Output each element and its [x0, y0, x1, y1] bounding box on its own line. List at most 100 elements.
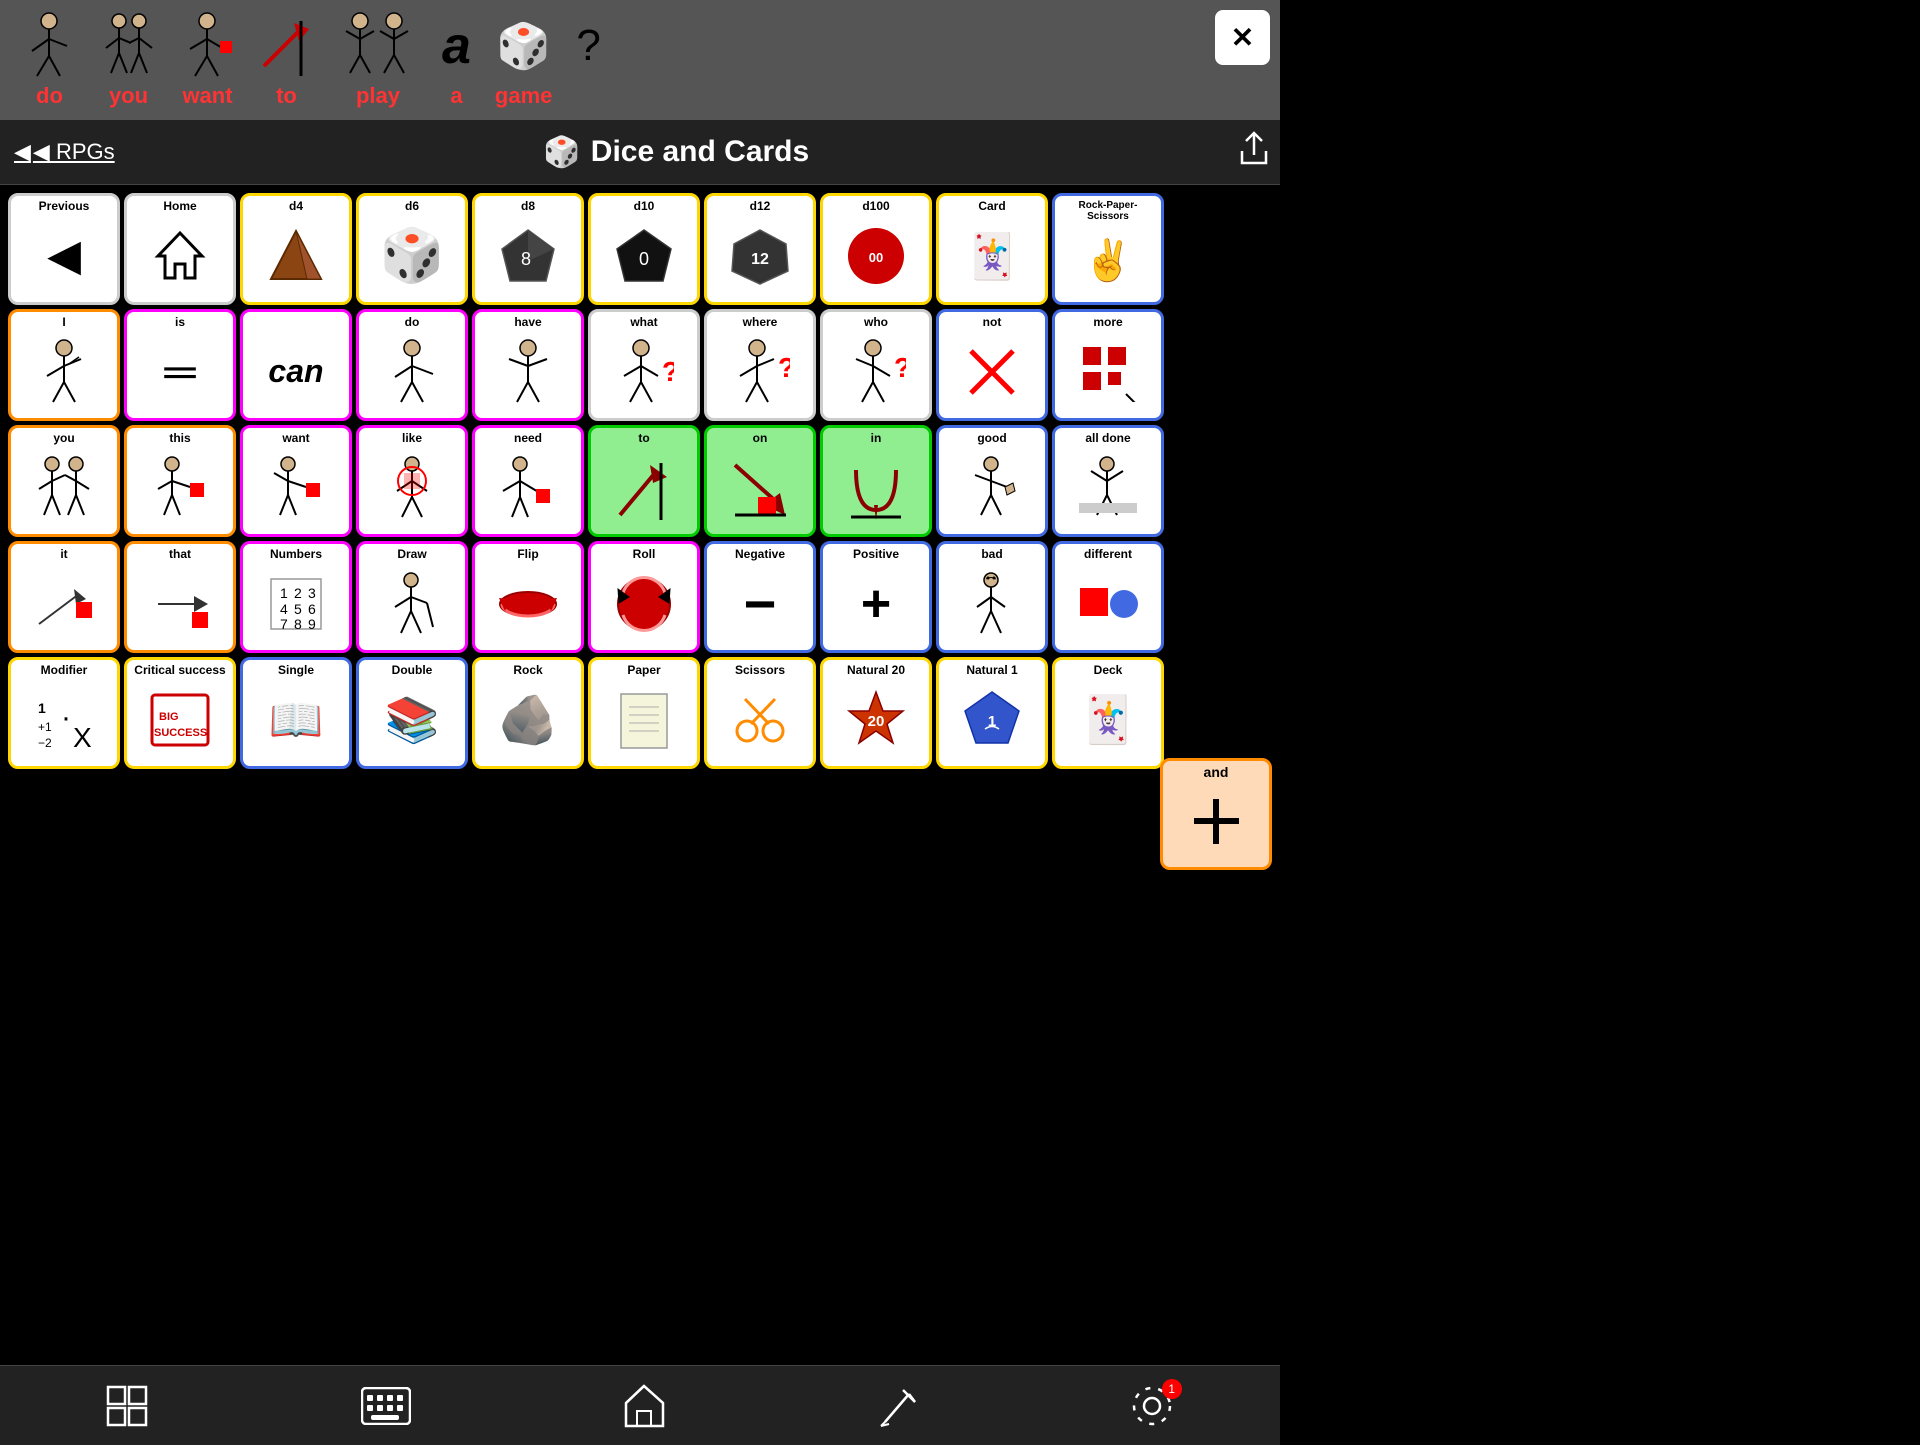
cell-label-d12: d12 [711, 200, 809, 213]
sentence-item-do[interactable]: do [22, 11, 77, 109]
svg-text:9: 9 [308, 616, 316, 632]
cell-scissors[interactable]: Scissors [704, 657, 816, 769]
cell-label-flip: Flip [479, 548, 577, 561]
cell-positive[interactable]: Positive + [820, 541, 932, 653]
cell-flip[interactable]: Flip [472, 541, 584, 653]
cell-draw[interactable]: Draw [356, 541, 468, 653]
nav-bar: ◀ ◀ RPGs 🎲 Dice and Cards [0, 120, 1280, 185]
cell-i[interactable]: I [8, 309, 120, 421]
cell-this[interactable]: this [124, 425, 236, 537]
cell-like[interactable]: like [356, 425, 468, 537]
cell-icon-is: ═ [164, 329, 195, 414]
cell-different[interactable]: different [1052, 541, 1164, 653]
sentence-icon-a: a [442, 11, 471, 81]
settings-button[interactable]: 1 [1130, 1384, 1174, 1428]
cell-d4[interactable]: d4 [240, 193, 352, 305]
sentence-item-to[interactable]: to [259, 11, 314, 109]
cell-bad[interactable]: bad [936, 541, 1048, 653]
grid-area: Previous ◀ Home d4 d6 🎲 [0, 185, 1280, 777]
cell-you[interactable]: you [8, 425, 120, 537]
share-button[interactable] [1238, 131, 1270, 174]
cell-d8[interactable]: d8 8 [472, 193, 584, 305]
svg-text:20: 20 [868, 713, 885, 730]
cell-who[interactable]: who ? [820, 309, 932, 421]
cell-icon-roll [613, 561, 675, 646]
cell-label-critical-success: Critical success [131, 664, 229, 677]
cell-have[interactable]: have [472, 309, 584, 421]
cell-do[interactable]: do [356, 309, 468, 421]
cell-that[interactable]: that [124, 541, 236, 653]
sentence-item-a[interactable]: a a [442, 11, 471, 109]
cell-roll[interactable]: Roll [588, 541, 700, 653]
cell-icon-that [150, 561, 210, 646]
sentence-icon-play [338, 11, 418, 81]
cell-label-not: not [943, 316, 1041, 329]
grid-row-2: I is ═ can can [8, 309, 1272, 421]
and-button[interactable]: and [1160, 758, 1272, 870]
cell-what[interactable]: what ? [588, 309, 700, 421]
cell-all-done[interactable]: all done [1052, 425, 1164, 537]
cell-is[interactable]: is ═ [124, 309, 236, 421]
home-toolbar-button[interactable] [623, 1383, 665, 1429]
svg-text:00: 00 [869, 250, 883, 265]
cell-modifier[interactable]: Modifier 1 +1 −2 · X [8, 657, 120, 769]
cell-where[interactable]: where ? [704, 309, 816, 421]
cell-good[interactable]: good [936, 425, 1048, 537]
cell-rps[interactable]: Rock-Paper-Scissors ✌️ [1052, 193, 1164, 305]
cell-label-d4: d4 [247, 200, 345, 213]
cell-d10[interactable]: d10 0 [588, 193, 700, 305]
svg-text:?: ? [778, 352, 790, 383]
cell-icon-paper [613, 677, 675, 762]
cell-deck[interactable]: Deck 🃏 [1052, 657, 1164, 769]
sentence-item-play[interactable]: play [338, 11, 418, 109]
grid-view-button[interactable] [106, 1385, 148, 1427]
sentence-item-want[interactable]: want [180, 11, 235, 109]
cell-label-natural-20: Natural 20 [827, 664, 925, 677]
cell-want[interactable]: want [240, 425, 352, 537]
cell-in[interactable]: in [820, 425, 932, 537]
cell-d100[interactable]: d100 00 [820, 193, 932, 305]
svg-text:6: 6 [308, 601, 316, 617]
edit-button[interactable] [877, 1384, 917, 1428]
sentence-item-game[interactable]: 🎲 game [495, 11, 552, 109]
cell-label-numbers: Numbers [247, 548, 345, 561]
cell-previous[interactable]: Previous ◀ [8, 193, 120, 305]
cell-card[interactable]: Card 🃏 [936, 193, 1048, 305]
cell-rock[interactable]: Rock 🪨 [472, 657, 584, 769]
cell-label-different: different [1059, 548, 1157, 561]
cell-d12[interactable]: d12 12 [704, 193, 816, 305]
svg-text:8: 8 [521, 249, 531, 269]
cell-more[interactable]: more [1052, 309, 1164, 421]
cell-can[interactable]: can can [240, 309, 352, 421]
back-button[interactable]: ◀ ◀ RPGs [10, 139, 115, 165]
cell-home[interactable]: Home [124, 193, 236, 305]
cell-on[interactable]: on [704, 425, 816, 537]
cell-double[interactable]: Double 📚 [356, 657, 468, 769]
page-title: 🎲 Dice and Cards [115, 135, 1238, 170]
sentence-icon-do [22, 11, 77, 81]
cell-critical-success[interactable]: Critical success BIG SUCCESS [124, 657, 236, 769]
cell-icon-numbers: 1 2 3 4 5 6 7 8 9 [266, 561, 326, 646]
cell-natural-20[interactable]: Natural 20 20 [820, 657, 932, 769]
cell-natural-1[interactable]: Natural 1 1 [936, 657, 1048, 769]
close-button[interactable]: ✕ [1215, 10, 1270, 65]
cell-icon-all-done [1079, 445, 1137, 530]
sentence-word-want: want [182, 83, 232, 109]
cell-paper[interactable]: Paper [588, 657, 700, 769]
cell-single[interactable]: Single 📖 [240, 657, 352, 769]
grid-row-3: you this [8, 425, 1272, 537]
cell-icon-flip [497, 561, 559, 646]
sentence-item-you[interactable]: you [101, 11, 156, 109]
cell-label-all-done: all done [1059, 432, 1157, 445]
cell-need[interactable]: need [472, 425, 584, 537]
cell-icon-what: ? [614, 329, 674, 414]
cell-label-more: more [1059, 316, 1157, 329]
cell-to[interactable]: to [588, 425, 700, 537]
cell-d6[interactable]: d6 🎲 [356, 193, 468, 305]
grid-row-5: Modifier 1 +1 −2 · X Critical success BI… [8, 657, 1272, 769]
cell-negative[interactable]: Negative − [704, 541, 816, 653]
cell-not[interactable]: not [936, 309, 1048, 421]
cell-it[interactable]: it [8, 541, 120, 653]
cell-numbers[interactable]: Numbers 1 2 3 4 5 6 7 8 9 [240, 541, 352, 653]
keyboard-button[interactable] [361, 1387, 411, 1425]
